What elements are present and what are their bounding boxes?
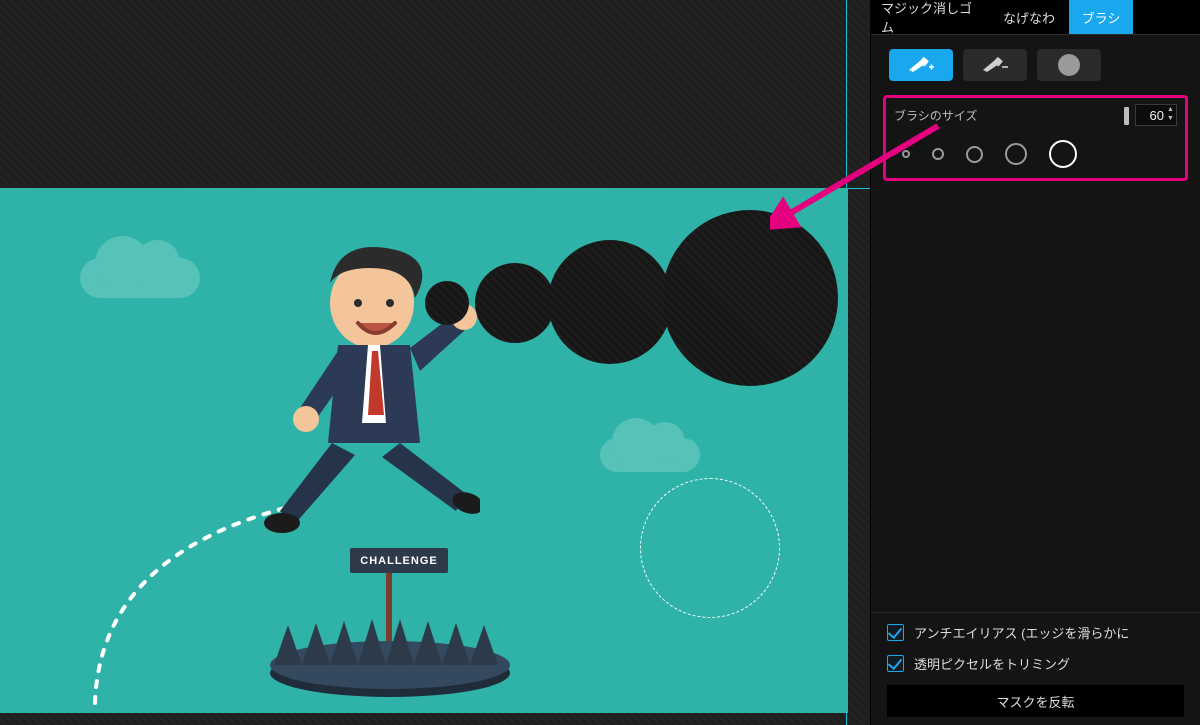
- brush-size-presets: [894, 140, 1177, 168]
- antialias-label: アンチエイリアス (エッジを滑らかに: [914, 623, 1129, 642]
- brush-stroke: [662, 210, 838, 386]
- stepper[interactable]: ▲▼: [1166, 106, 1175, 124]
- checkbox-checked-icon: [887, 624, 904, 641]
- tab-magic-eraser[interactable]: マジック消しゴム: [871, 0, 989, 34]
- tool-tabs: マジック消しゴム なげなわ ブラシ: [871, 0, 1200, 34]
- brush-preset-m[interactable]: [966, 146, 983, 163]
- brush-cursor-preview: [640, 478, 780, 618]
- brush-size-value: 60: [1150, 108, 1164, 123]
- brush-add-mode[interactable]: [889, 49, 953, 81]
- brush-plus-icon: [907, 56, 935, 74]
- brush-minus-icon: [981, 56, 1009, 74]
- brush-stroke: [548, 240, 672, 364]
- brush-stroke: [425, 281, 469, 325]
- checkbox-checked-icon: [887, 655, 904, 672]
- trim-label: 透明ピクセルをトリミング: [914, 654, 1070, 673]
- brush-subtract-mode[interactable]: [963, 49, 1027, 81]
- image-layer[interactable]: CHALLENGE: [0, 188, 848, 713]
- tab-brush[interactable]: ブラシ: [1069, 0, 1133, 34]
- brush-size-input[interactable]: 60 ▲▼: [1135, 104, 1177, 126]
- brush-size-label: ブラシのサイズ: [894, 107, 977, 124]
- canvas-area[interactable]: CHALLENGE: [0, 0, 870, 725]
- sign-label: CHALLENGE: [350, 548, 448, 573]
- brush-size-panel: ブラシのサイズ 60 ▲▼: [883, 95, 1188, 181]
- slider-thumb[interactable]: [1124, 107, 1129, 125]
- trim-transparent-checkbox[interactable]: 透明ピクセルをトリミング: [887, 654, 1184, 673]
- tab-lasso[interactable]: なげなわ: [989, 0, 1069, 34]
- brush-preset-xl[interactable]: [1049, 140, 1077, 168]
- brush-mode-group: [889, 49, 1182, 81]
- invert-mask-button[interactable]: マスクを反転: [887, 685, 1184, 717]
- brush-size-slider[interactable]: [983, 109, 1129, 121]
- brush-preset-xs[interactable]: [902, 150, 910, 158]
- brush-stroke: [475, 263, 555, 343]
- brush-preset-s[interactable]: [932, 148, 944, 160]
- invert-mask-label: マスクを反転: [996, 692, 1074, 711]
- brush-round-mode[interactable]: [1037, 49, 1101, 81]
- brush-preset-l[interactable]: [1005, 143, 1027, 165]
- antialias-checkbox[interactable]: アンチエイリアス (エッジを滑らかに: [887, 623, 1184, 642]
- cloud-illustration: [600, 438, 700, 472]
- sidebar: マジック消しゴム なげなわ ブラシ: [870, 0, 1200, 725]
- cloud-illustration: [80, 258, 200, 298]
- circle-icon: [1058, 54, 1080, 76]
